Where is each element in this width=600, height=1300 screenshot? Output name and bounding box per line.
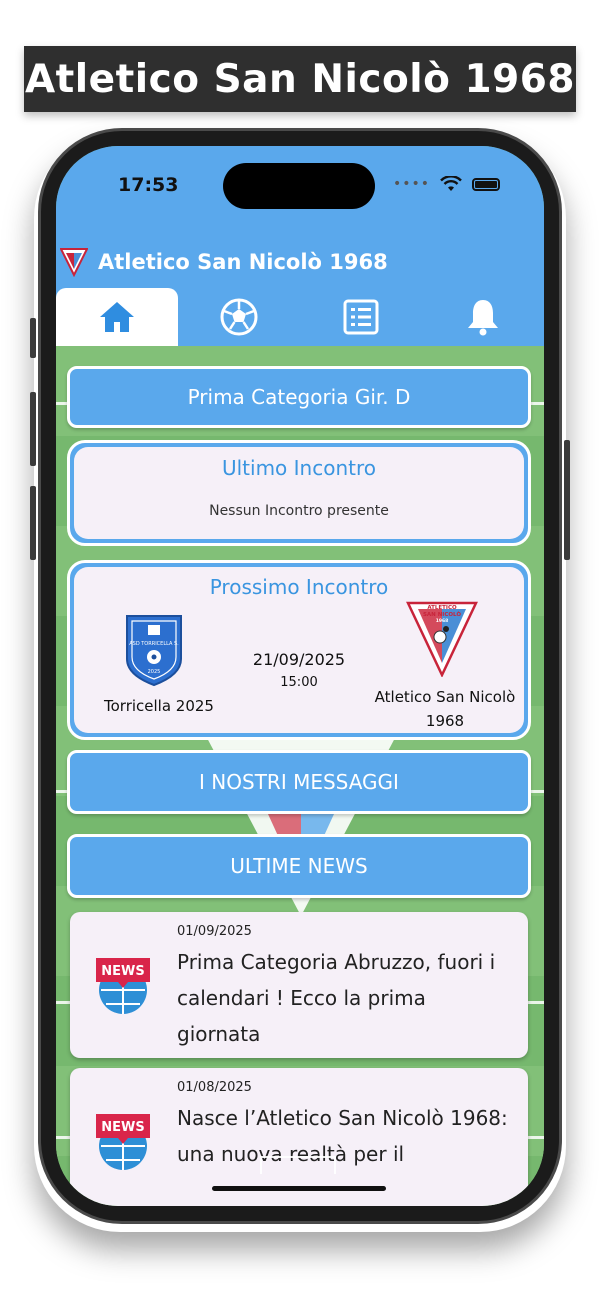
away-team-name-line1: Atletico San Nicolò (374, 688, 516, 706)
phone-volume-up-button (30, 392, 36, 466)
last-match-card-body: Ultimo Incontro Nessun Incontro presente (74, 447, 524, 539)
next-match-card[interactable]: Prossimo Incontro ASD TORRICELLA S. 2025… (67, 560, 531, 740)
tab-standings[interactable] (300, 288, 422, 346)
home-indicator[interactable] (212, 1186, 386, 1191)
home-icon (100, 302, 134, 332)
news-section-button[interactable]: ULTIME NEWS (67, 834, 531, 898)
status-bar: 17:53 •••• (56, 146, 544, 236)
club-logo-icon (60, 248, 88, 277)
promo-banner-title: Atletico San Nicolò 1968 (24, 56, 576, 102)
away-badge-line2: SAN NICOLÒ (423, 611, 461, 618)
phone-volume-down-button (30, 486, 36, 560)
news-section-label: ULTIME NEWS (230, 854, 368, 878)
news-badge-text: NEWS (101, 1120, 144, 1135)
app-bar: Atletico San Nicolò 1968 (56, 236, 544, 288)
status-time: 17:53 (118, 174, 179, 196)
news-date: 01/09/2025 (177, 924, 252, 939)
last-match-card[interactable]: Ultimo Incontro Nessun Incontro presente (67, 440, 531, 546)
wifi-icon (440, 176, 462, 191)
away-team-name-line2: 1968 (425, 712, 465, 730)
news-date: 01/08/2025 (177, 1080, 252, 1095)
promo-banner: Atletico San Nicolò 1968 (24, 46, 576, 112)
league-button[interactable]: Prima Categoria Gir. D (67, 366, 531, 428)
phone-mute-button (30, 318, 36, 358)
next-match-card-body: Prossimo Incontro ASD TORRICELLA S. 2025… (74, 567, 524, 733)
soccer-ball-icon (220, 298, 258, 336)
phone-power-button (564, 440, 570, 560)
tab-bar (56, 288, 544, 346)
list-icon (343, 299, 379, 335)
away-team-name: Atletico San Nicolò 1968 (370, 685, 520, 733)
last-match-empty-text: Nessun Incontro presente (209, 503, 389, 519)
tab-notifications[interactable] (422, 288, 544, 346)
phone-screen: 17:53 •••• Atletico San Nicolò 1968 Prim… (56, 146, 544, 1206)
dynamic-island (223, 163, 375, 209)
home-badge-name: ASD TORRICELLA S. (129, 641, 179, 647)
signal-icon: •••• (392, 176, 430, 192)
news-icon: NEWS (96, 958, 150, 1014)
league-label: Prima Categoria Gir. D (187, 385, 411, 409)
status-icons: •••• (393, 176, 500, 192)
away-badge-line1: ATLETICO (427, 605, 457, 611)
tab-home[interactable] (56, 288, 178, 346)
last-match-title: Ultimo Incontro (221, 456, 376, 480)
news-title: Prima Categoria Abruzzo, fuori i calenda… (177, 950, 496, 1046)
tab-matches[interactable] (178, 288, 300, 346)
news-badge-text: NEWS (101, 964, 144, 979)
app-title: Atletico San Nicolò 1968 (98, 250, 388, 274)
away-badge-line3: 1968 (436, 618, 449, 624)
news-item[interactable]: NEWS 01/09/2025 Prima Categoria Abruzzo,… (70, 912, 528, 1058)
field-goal-area (260, 1156, 336, 1174)
content-area[interactable]: Prima Categoria Gir. D Ultimo Incontro N… (56, 346, 544, 1206)
away-team-badge-icon: ATLETICO SAN NICOLÒ 1968 (406, 601, 478, 677)
home-team-name: Torricella 2025 (104, 697, 214, 715)
battery-icon (472, 177, 500, 191)
bell-icon (468, 300, 498, 336)
messages-label: I NOSTRI MESSAGGI (199, 770, 399, 794)
news-icon: NEWS (96, 1114, 150, 1170)
messages-button[interactable]: I NOSTRI MESSAGGI (67, 750, 531, 814)
news-title: Nasce l’Atletico San Nicolò 1968: una nu… (177, 1106, 508, 1166)
next-match-title: Prossimo Incontro (209, 575, 389, 599)
